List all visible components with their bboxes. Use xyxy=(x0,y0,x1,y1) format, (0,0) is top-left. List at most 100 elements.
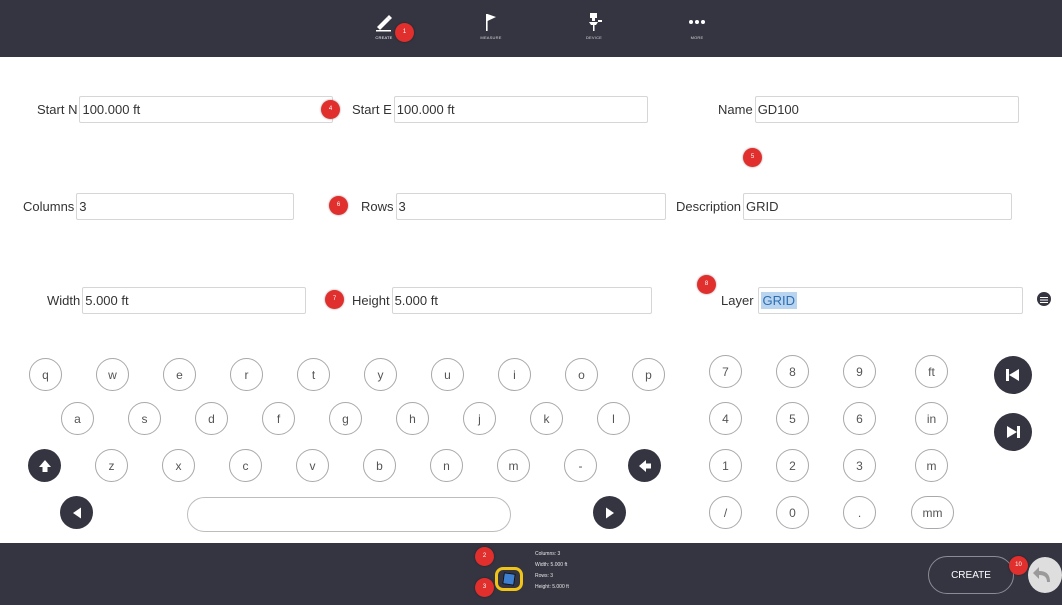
rows-label: Rows xyxy=(361,199,394,214)
key-o[interactable]: o xyxy=(565,358,598,391)
undo-icon xyxy=(1033,567,1050,582)
previous-field-button[interactable] xyxy=(994,356,1032,394)
toolbar-device-label: DEVICE xyxy=(585,35,603,40)
triangle-left-icon xyxy=(72,507,81,518)
numpad-key-5[interactable]: 5 xyxy=(776,402,809,435)
key-hyphen[interactable]: - xyxy=(564,449,597,482)
key-s[interactable]: s xyxy=(128,402,161,435)
key-z[interactable]: z xyxy=(95,449,128,482)
numpad-key-4[interactable]: 4 xyxy=(709,402,742,435)
rows-field: Rows 3 xyxy=(361,193,666,220)
layer-list-button[interactable] xyxy=(1037,292,1051,306)
key-c[interactable]: c xyxy=(229,449,262,482)
grid-summary: Columns: 3 Width: 5.000 ft Rows: 3 Heigh… xyxy=(535,549,569,593)
start-n-input[interactable]: 100.000 ft xyxy=(79,96,334,123)
name-label: Name xyxy=(718,102,753,117)
numpad-key-decimal[interactable]: . xyxy=(843,496,876,529)
callout-marker-6: 6 xyxy=(329,196,348,215)
rows-input[interactable]: 3 xyxy=(395,193,666,220)
key-i[interactable]: i xyxy=(498,358,531,391)
key-y[interactable]: y xyxy=(364,358,397,391)
cursor-left-key[interactable] xyxy=(60,496,93,529)
app-window: CREATE MEASURE DEVICE MORE Start N 100.0… xyxy=(0,0,1062,605)
callout-marker-4: 4 xyxy=(321,100,340,119)
start-e-input[interactable]: 100.000 ft xyxy=(393,96,648,123)
height-label: Height xyxy=(352,293,390,308)
key-g[interactable]: g xyxy=(329,402,362,435)
width-value: 5.000 ft xyxy=(85,293,129,308)
numpad-key-9[interactable]: 9 xyxy=(843,355,876,388)
key-t[interactable]: t xyxy=(297,358,330,391)
shift-key[interactable] xyxy=(28,449,61,482)
key-p[interactable]: p xyxy=(632,358,665,391)
key-k[interactable]: k xyxy=(530,402,563,435)
unit-key-in[interactable]: in xyxy=(915,402,948,435)
description-value: GRID xyxy=(746,199,779,214)
key-r[interactable]: r xyxy=(230,358,263,391)
name-value: GD100 xyxy=(757,102,799,117)
undo-button[interactable] xyxy=(1028,557,1062,593)
callout-marker-10: 10 xyxy=(1009,556,1028,575)
callout-marker-5: 5 xyxy=(743,148,762,167)
columns-label: Columns xyxy=(23,199,75,214)
toolbar-device-button[interactable]: DEVICE xyxy=(574,12,614,52)
numpad-key-8[interactable]: 8 xyxy=(776,355,809,388)
numpad-key-3[interactable]: 3 xyxy=(843,449,876,482)
grid-preview-icon xyxy=(495,567,523,591)
layer-label: Layer xyxy=(721,293,754,308)
toolbar-more-label: MORE xyxy=(690,35,704,40)
toolbar-measure-button[interactable]: MEASURE xyxy=(471,12,511,52)
unit-key-m[interactable]: m xyxy=(915,449,948,482)
numpad-key-6[interactable]: 6 xyxy=(843,402,876,435)
toolbar-more-button[interactable]: MORE xyxy=(677,12,717,52)
unit-key-mm[interactable]: mm xyxy=(911,496,954,529)
layer-value-selected: GRID xyxy=(760,292,798,309)
key-n[interactable]: n xyxy=(430,449,463,482)
backspace-key[interactable] xyxy=(628,449,661,482)
name-input[interactable]: GD100 xyxy=(754,96,1019,123)
numpad-key-slash[interactable]: / xyxy=(709,496,742,529)
key-f[interactable]: f xyxy=(262,402,295,435)
key-q[interactable]: q xyxy=(29,358,62,391)
layer-input[interactable]: GRID xyxy=(757,287,1023,314)
key-x[interactable]: x xyxy=(162,449,195,482)
start-e-label: Start E xyxy=(352,102,392,117)
callout-marker-8: 8 xyxy=(697,275,716,294)
next-field-button[interactable] xyxy=(994,413,1032,451)
start-n-value: 100.000 ft xyxy=(82,102,141,117)
key-u[interactable]: u xyxy=(431,358,464,391)
skip-previous-icon xyxy=(1006,369,1019,381)
key-j[interactable]: j xyxy=(463,402,496,435)
unit-key-ft[interactable]: ft xyxy=(915,355,948,388)
summary-columns: Columns: 3 xyxy=(535,551,561,557)
space-bar[interactable] xyxy=(187,497,511,532)
width-input[interactable]: 5.000 ft xyxy=(82,287,307,314)
columns-input[interactable]: 3 xyxy=(76,193,295,220)
start-n-label: Start N xyxy=(37,102,78,117)
key-a[interactable]: a xyxy=(61,402,94,435)
key-l[interactable]: l xyxy=(597,402,630,435)
key-h[interactable]: h xyxy=(396,402,429,435)
numpad-key-1[interactable]: 1 xyxy=(709,449,742,482)
key-m[interactable]: m xyxy=(497,449,530,482)
key-b[interactable]: b xyxy=(363,449,396,482)
skip-next-icon xyxy=(1007,426,1020,438)
numpad-key-7[interactable]: 7 xyxy=(709,355,742,388)
start-n-field: Start N 100.000 ft xyxy=(37,96,334,123)
create-button[interactable]: CREATE xyxy=(928,556,1014,594)
pencil-icon xyxy=(376,15,392,32)
numpad-key-0[interactable]: 0 xyxy=(776,496,809,529)
more-icon xyxy=(689,20,705,24)
description-input[interactable]: GRID xyxy=(743,193,1013,220)
key-d[interactable]: d xyxy=(195,402,228,435)
height-input[interactable]: 5.000 ft xyxy=(391,287,652,314)
flag-icon xyxy=(486,14,496,31)
key-w[interactable]: w xyxy=(96,358,129,391)
cursor-right-key[interactable] xyxy=(593,496,626,529)
key-e[interactable]: e xyxy=(163,358,196,391)
toolbar-measure-label: MEASURE xyxy=(480,35,502,40)
key-v[interactable]: v xyxy=(296,449,329,482)
triangle-right-icon xyxy=(605,507,614,518)
numpad-key-2[interactable]: 2 xyxy=(776,449,809,482)
height-value: 5.000 ft xyxy=(394,293,438,308)
